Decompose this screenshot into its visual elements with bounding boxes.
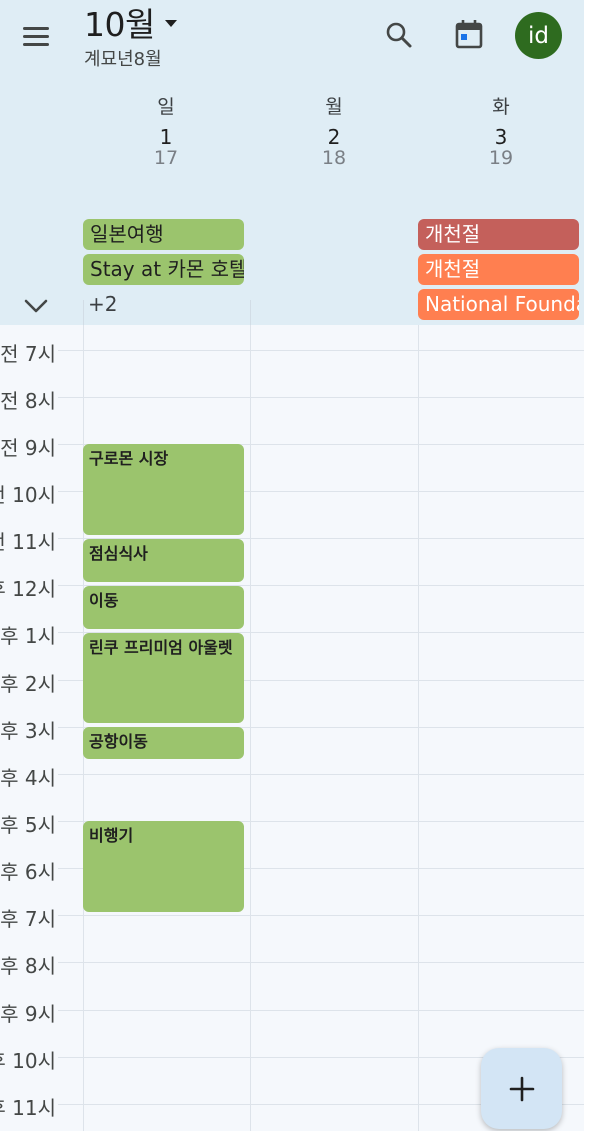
all-day-event[interactable]: Stay at 카몬 호텔 xyxy=(83,254,244,285)
hour-line xyxy=(58,350,584,351)
lunar-month-subtitle: 계묘년8월 xyxy=(84,49,162,70)
hour-label: 전 9시 xyxy=(0,436,56,460)
column-divider xyxy=(83,300,84,325)
column-divider xyxy=(250,300,251,325)
all-day-event[interactable]: 개천절 xyxy=(418,254,579,285)
hour-line xyxy=(58,397,584,398)
hour-label: 전 11시 xyxy=(0,530,56,554)
hour-label: 후 6시 xyxy=(0,860,56,884)
hour-label: 후 3시 xyxy=(0,719,56,743)
month-title: 10월 xyxy=(84,5,155,44)
hour-label: 후 12시 xyxy=(0,577,56,601)
hour-label: 후 11시 xyxy=(0,1096,56,1120)
day-of-week: 화 xyxy=(492,96,510,118)
account-avatar[interactable]: id xyxy=(515,12,562,59)
day-date: 1 xyxy=(159,125,173,149)
collapse-all-day-button[interactable] xyxy=(20,290,52,322)
hour-label: 전 7시 xyxy=(0,342,56,366)
event-block[interactable]: 비행기 xyxy=(83,821,244,912)
all-day-event[interactable]: National Foundation Day xyxy=(418,289,579,320)
hour-label: 후 7시 xyxy=(0,907,56,931)
hour-label: 후 8시 xyxy=(0,954,56,978)
all-day-event[interactable]: 일본여행 xyxy=(83,219,244,250)
event-block[interactable]: 점심식사 xyxy=(83,539,244,582)
day-lunar-date: 18 xyxy=(321,147,347,169)
hour-label: 전 10시 xyxy=(0,483,56,507)
hour-label: 후 10시 xyxy=(0,1049,56,1073)
calendar-today-icon xyxy=(455,20,483,49)
hour-label: 후 4시 xyxy=(0,766,56,790)
hour-line xyxy=(58,774,584,775)
day-header-mon[interactable]: 월 2 18 xyxy=(254,92,414,168)
day-of-week: 월 xyxy=(325,96,343,118)
hour-label: 전 8시 xyxy=(0,389,56,413)
menu-button[interactable] xyxy=(14,16,58,56)
hour-label: 후 5시 xyxy=(0,813,56,837)
plus-icon xyxy=(509,1076,534,1101)
day-date: 3 xyxy=(494,125,508,149)
time-grid[interactable]: 전 7시 전 8시 전 9시 전 10시 전 11시 후 12시 후 1시 후 … xyxy=(0,325,584,1131)
hour-label: 후 2시 xyxy=(0,672,56,696)
day-lunar-date: 19 xyxy=(488,147,514,169)
create-event-button[interactable] xyxy=(481,1048,562,1129)
event-block[interactable]: 린쿠 프리미엄 아울렛 xyxy=(83,633,244,723)
search-icon xyxy=(386,22,412,48)
menu-icon xyxy=(23,26,49,30)
event-block[interactable]: 이동 xyxy=(83,586,244,629)
all-day-event[interactable]: 개천절 xyxy=(418,219,579,250)
calendar-header: 10월 계묘년8월 id 일 1 17 월 2 18 화 3 19 일본여행 S… xyxy=(0,0,584,325)
hour-line xyxy=(58,1010,584,1011)
search-button[interactable] xyxy=(380,16,418,54)
chevron-down-icon xyxy=(24,299,48,313)
event-block[interactable]: 구로몬 시장 xyxy=(83,444,244,535)
event-block[interactable]: 공항이동 xyxy=(83,727,244,759)
today-button[interactable] xyxy=(450,15,488,53)
day-header-tue[interactable]: 화 3 19 xyxy=(421,92,581,168)
day-lunar-date: 17 xyxy=(153,147,179,169)
calendar-app: 10월 계묘년8월 id 일 1 17 월 2 18 화 3 19 일본여행 S… xyxy=(0,0,584,1131)
hour-line xyxy=(58,962,584,963)
month-selector[interactable]: 10월 xyxy=(84,0,177,46)
hour-label: 후 1시 xyxy=(0,624,56,648)
day-header-sun[interactable]: 일 1 17 xyxy=(86,92,246,168)
day-of-week: 일 xyxy=(157,96,175,118)
hour-line xyxy=(58,915,584,916)
hour-label: 후 9시 xyxy=(0,1002,56,1026)
dropdown-caret-icon xyxy=(164,19,177,27)
more-events-link[interactable]: +2 xyxy=(88,292,117,316)
day-date: 2 xyxy=(327,125,341,149)
